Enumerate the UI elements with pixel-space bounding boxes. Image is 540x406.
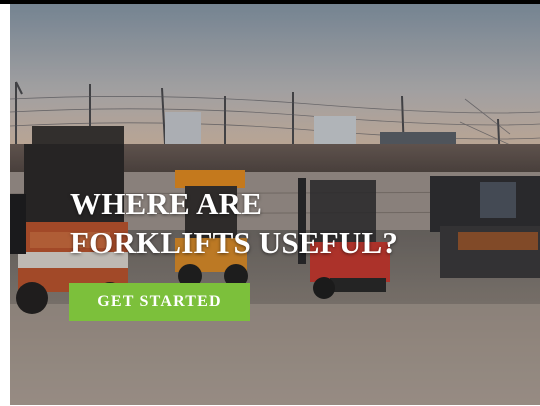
hero-title-line-1: WHERE ARE [70, 186, 263, 221]
hero-title: WHERE ARE FORKLIFTS USEFUL? [70, 184, 398, 262]
get-started-button[interactable]: GET STARTED [69, 283, 250, 321]
hero-title-line-2: FORKLIFTS USEFUL? [70, 225, 399, 260]
hero-banner: WHERE ARE FORKLIFTS USEFUL? GET STARTED [10, 4, 540, 405]
page-frame: WHERE ARE FORKLIFTS USEFUL? GET STARTED [0, 0, 540, 406]
